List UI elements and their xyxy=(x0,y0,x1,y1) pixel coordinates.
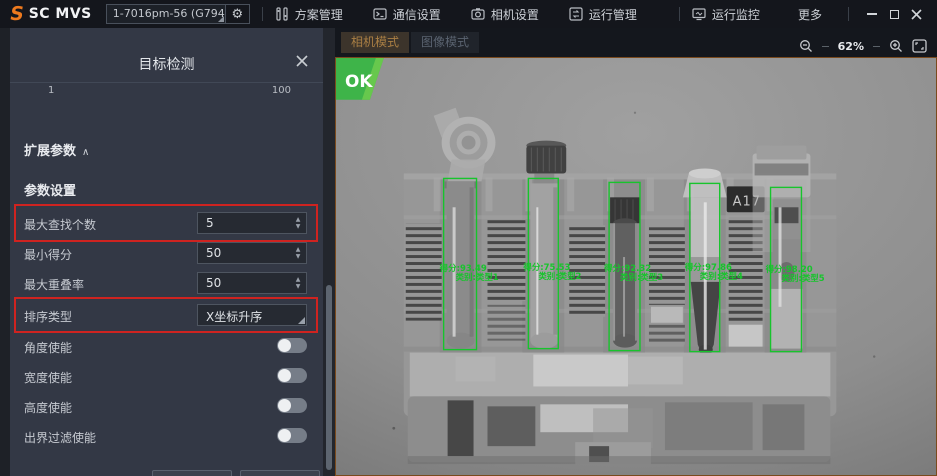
tab-image-mode[interactable]: 图像模式 xyxy=(411,32,479,53)
device-select-dropdown[interactable]: 1-7016pm-56 (G79479 xyxy=(106,4,226,24)
highlight-box-sort-type xyxy=(14,297,318,333)
toggle-label: 宽度使能 xyxy=(24,369,72,386)
communication-settings-icon xyxy=(373,7,387,21)
camera-image: A17 xyxy=(336,58,936,475)
min-score-input[interactable]: 50 ▲▼ xyxy=(197,242,307,264)
target-detection-panel: 目标检测 1 100 扩展参数∧ 参数设置 最大查找个数 5 ▲▼ 最 xyxy=(10,28,323,476)
highlight-box-max-find-count xyxy=(14,204,318,242)
app-logo-icon: S xyxy=(8,0,27,28)
solution-manage-icon xyxy=(275,7,289,21)
chevron-up-icon: ∧ xyxy=(82,147,89,158)
menu-label: 运行管理 xyxy=(589,6,637,23)
camera-image-view[interactable]: A17 xyxy=(335,57,937,476)
toggle-row-height-enable: 高度使能 xyxy=(10,398,323,414)
angle-enable-toggle[interactable] xyxy=(277,338,307,353)
section-extended-params[interactable]: 扩展参数∧ xyxy=(24,140,89,159)
titlebar: S SC MVS 1-7016pm-56 (G79479 ⚙ 方案管理 通信设置… xyxy=(0,0,937,28)
menu-solution-manage[interactable]: 方案管理 xyxy=(275,6,343,23)
toggle-label: 出界过滤使能 xyxy=(24,429,96,446)
toggle-row-angle-enable: 角度使能 xyxy=(10,338,323,354)
maximize-icon xyxy=(890,10,899,19)
panel-gutter xyxy=(0,28,10,476)
toggle-knob xyxy=(278,369,291,382)
detection-class: 类别:类型5 xyxy=(782,273,825,283)
gear-icon[interactable]: ⚙ xyxy=(226,4,250,24)
zoom-out-icon[interactable] xyxy=(799,39,813,53)
run-manage-icon xyxy=(569,7,583,21)
toggle-row-outlier-filter-enable: 出界过滤使能 xyxy=(10,428,323,444)
fit-screen-icon[interactable] xyxy=(912,39,927,53)
run-monitor-icon xyxy=(692,7,706,21)
more-menu[interactable]: 更多 xyxy=(798,6,822,23)
detection-class: 类别:类型4 xyxy=(700,271,743,281)
panel-scrollbar[interactable] xyxy=(323,28,335,476)
dust-speck xyxy=(634,112,636,114)
dust-speck xyxy=(392,427,395,430)
spinner-arrows-icon[interactable]: ▲▼ xyxy=(290,273,306,293)
max-overlap-input[interactable]: 50 ▲▼ xyxy=(197,272,307,294)
zoom-percent: 62% xyxy=(838,40,864,53)
menu-label: 方案管理 xyxy=(295,6,343,23)
spinner-arrows-icon[interactable]: ▲▼ xyxy=(290,243,306,263)
rack-base-rail xyxy=(408,353,831,464)
dust-speck xyxy=(873,355,875,357)
toggle-knob xyxy=(278,429,291,442)
viewer: 相机模式 图像模式 62% xyxy=(335,28,937,476)
slider-range-labels: 1 100 xyxy=(10,85,323,99)
camera-settings-icon xyxy=(471,7,485,21)
status-badge-text: OK xyxy=(345,71,373,91)
panel-title: 目标检测 xyxy=(10,54,323,74)
toggle-label: 角度使能 xyxy=(24,339,72,356)
maximize-button[interactable] xyxy=(883,4,905,24)
close-panel-icon[interactable] xyxy=(295,54,309,68)
app-title: SC MVS xyxy=(29,6,92,22)
menu-label: 通信设置 xyxy=(393,6,441,23)
tab-camera-mode[interactable]: 相机模式 xyxy=(341,32,409,53)
menu-run-manage[interactable]: 运行管理 xyxy=(569,6,637,23)
field-label: 最大重叠率 xyxy=(24,276,84,293)
menu-run-monitor[interactable]: 运行监控 xyxy=(692,6,760,23)
slider-max-label: 100 xyxy=(272,85,291,96)
zoom-controls: 62% xyxy=(799,39,927,57)
titlebar-separator xyxy=(679,7,680,21)
height-enable-toggle[interactable] xyxy=(277,398,307,413)
outlier-filter-enable-toggle[interactable] xyxy=(277,428,307,443)
slider-min-label: 1 xyxy=(48,85,54,96)
detection-class: 类别:类型3 xyxy=(620,272,663,282)
minimize-icon xyxy=(867,13,877,15)
toggle-label: 高度使能 xyxy=(24,399,72,416)
detection-class: 类别:类型2 xyxy=(538,271,581,281)
close-icon xyxy=(911,9,922,20)
toggle-knob xyxy=(278,339,291,352)
viewer-tabs-row: 相机模式 图像模式 62% xyxy=(335,28,937,57)
titlebar-separator xyxy=(848,7,849,21)
toggle-row-width-enable: 宽度使能 xyxy=(10,368,323,384)
zoom-in-icon[interactable] xyxy=(889,39,903,53)
field-label: 最小得分 xyxy=(24,246,72,263)
cancel-button[interactable] xyxy=(240,470,320,476)
scrollbar-thumb[interactable] xyxy=(326,285,332,470)
menu-label: 相机设置 xyxy=(491,6,539,23)
panel-header: 目标检测 xyxy=(10,28,323,83)
toggle-knob xyxy=(278,399,291,412)
menu-camera-settings[interactable]: 相机设置 xyxy=(471,6,539,23)
zoom-dash xyxy=(822,46,829,47)
width-enable-toggle[interactable] xyxy=(277,368,307,383)
left-area: 目标检测 1 100 扩展参数∧ 参数设置 最大查找个数 5 ▲▼ 最 xyxy=(0,28,335,476)
detection-class: 类别:类型1 xyxy=(456,272,499,282)
section-param-settings: 参数设置 xyxy=(24,180,76,199)
menu-communication-settings[interactable]: 通信设置 xyxy=(373,6,441,23)
menu-label: 运行监控 xyxy=(712,6,760,23)
field-row-min-score: 最小得分 50 ▲▼ xyxy=(10,242,323,264)
titlebar-separator xyxy=(262,7,263,21)
close-window-button[interactable] xyxy=(905,4,927,24)
minimize-button[interactable] xyxy=(861,4,883,24)
confirm-button[interactable] xyxy=(152,470,232,476)
field-row-max-overlap: 最大重叠率 50 ▲▼ xyxy=(10,272,323,294)
zoom-dash xyxy=(873,46,880,47)
